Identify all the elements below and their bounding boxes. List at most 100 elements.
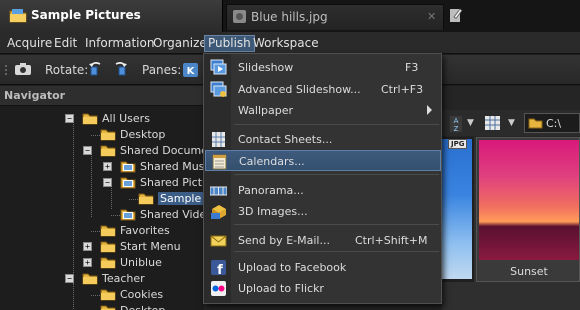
tab-title: Sample Pictures: [31, 8, 141, 22]
tab-blue-hills[interactable]: Blue hills.jpg ✕: [226, 4, 444, 30]
folder-icon: [100, 128, 116, 144]
tree-item[interactable]: − Shared Documents: [0, 143, 204, 159]
menu-separator: [234, 174, 439, 175]
tree-expander-icon[interactable]: −: [65, 114, 74, 123]
menu-item-contact-sheets[interactable]: Contact Sheets...: [205, 129, 441, 150]
3d-images-icon: [210, 203, 227, 220]
folder-icon: [120, 208, 136, 224]
tree-guide: [91, 231, 100, 232]
chevron-down-icon[interactable]: ▼: [508, 118, 515, 128]
tree-item-label: Teacher: [102, 272, 145, 285]
tree-item[interactable]: Cookies: [0, 287, 204, 303]
menu-item-label: Upload to Flickr: [238, 282, 324, 295]
rotate-left-icon[interactable]: [88, 61, 105, 81]
tree-item[interactable]: − Teacher: [0, 271, 204, 287]
chevron-down-icon[interactable]: ▼: [467, 118, 474, 128]
menu-shortcut: Ctrl+F3: [381, 83, 424, 96]
advanced-slideshow-icon: [210, 81, 227, 98]
menu-item-wallpaper[interactable]: Wallpaper: [205, 100, 441, 121]
menu-item-label: Wallpaper: [238, 104, 294, 117]
sort-icon[interactable]: AZ: [450, 116, 462, 135]
menu-edit[interactable]: Edit: [51, 35, 80, 52]
grip-icon: [4, 64, 8, 81]
contact-sheet-icon: [210, 131, 227, 148]
menu-item-panorama[interactable]: Panorama...: [205, 180, 441, 201]
menu-shortcut: Ctrl+Shift+M: [355, 234, 428, 247]
tree-item[interactable]: − All Users: [0, 111, 204, 127]
facebook-icon: f: [210, 259, 227, 278]
folder-icon: [100, 224, 116, 240]
thumbnail-image: [479, 140, 579, 260]
menu-acquire[interactable]: Acquire: [4, 35, 55, 52]
menu-separator: [234, 251, 439, 252]
tree-item[interactable]: Desktop: [0, 127, 204, 143]
menu-item-label: Slideshow: [238, 61, 294, 74]
image-icon: [232, 9, 247, 27]
tree-item-label: Desktop: [120, 304, 165, 310]
tree-expander-icon[interactable]: −: [65, 274, 74, 283]
rotate-right-icon[interactable]: [111, 61, 128, 81]
tree-item-label: Shared Music: [140, 160, 204, 173]
tree-item[interactable]: Shared Videos: [0, 207, 204, 223]
svg-text:K: K: [187, 66, 196, 77]
tree-item[interactable]: + Shared Music: [0, 159, 204, 175]
tree-expander-icon[interactable]: +: [103, 162, 112, 171]
view-grid-icon[interactable]: [484, 115, 501, 134]
menu-item-3d-images[interactable]: 3D Images...: [205, 201, 441, 222]
tree-item[interactable]: Desktop: [0, 303, 204, 310]
tree-item[interactable]: Favorites: [0, 223, 204, 239]
navigator-header: Navigator: [0, 86, 210, 106]
menu-separator: [234, 224, 439, 225]
menu-item-upload-to-flickr[interactable]: Upload to Flickr: [205, 278, 441, 299]
menu-organize[interactable]: Organize: [150, 35, 210, 52]
browser-toolbar: AZ ▼ ▼ C:\: [442, 110, 580, 136]
menu-item-calendars[interactable]: Calendars...: [205, 150, 441, 171]
thumbnail-sunset[interactable]: Sunset: [476, 137, 580, 282]
tree-item[interactable]: − Shared Pictures: [0, 175, 204, 191]
menu-item-send-by-e-mail[interactable]: Send by E-Mail... Ctrl+Shift+M: [205, 230, 441, 251]
menu-item-upload-to-facebook[interactable]: f Upload to Facebook: [205, 257, 441, 278]
path-field[interactable]: C:\: [524, 113, 580, 133]
menu-shortcut: F3: [405, 61, 419, 74]
menu-item-slideshow[interactable]: Slideshow F3: [205, 57, 441, 78]
menu-bar: Acquire Edit Information Organize Publis…: [0, 32, 580, 54]
publish-menu: Slideshow F3 Advanced Slideshow... Ctrl+F3 W…: [203, 53, 442, 304]
menu-item-label: Upload to Facebook: [238, 261, 347, 274]
email-icon: [210, 232, 227, 249]
folder-icon: [100, 304, 116, 310]
tree-item[interactable]: Sample Pictures: [0, 191, 204, 207]
menu-separator: [234, 124, 439, 125]
menu-publish[interactable]: Publish: [204, 35, 255, 52]
camera-icon[interactable]: [14, 62, 32, 79]
close-icon[interactable]: ✕: [427, 10, 436, 23]
tree-guide: [129, 199, 138, 200]
folder-icon: [9, 8, 27, 26]
tree-item-label: Shared Documents: [120, 144, 204, 157]
tree-item-label: Uniblue: [120, 256, 162, 269]
tree-expander-icon[interactable]: −: [103, 178, 112, 187]
calendar-icon: [211, 153, 228, 170]
tree-item[interactable]: + Uniblue: [0, 255, 204, 271]
menu-workspace[interactable]: Workspace: [250, 35, 322, 52]
thumbnail-item[interactable]: JPG: [442, 137, 474, 282]
tab-sample-pictures[interactable]: Sample Pictures: [0, 0, 223, 32]
panes-icon[interactable]: K: [182, 62, 199, 81]
tree-item-label: Start Menu: [120, 240, 181, 253]
edit-pen-icon[interactable]: [449, 7, 463, 26]
menu-item-label: Contact Sheets...: [238, 133, 333, 146]
folder-icon: [120, 176, 136, 192]
menu-information[interactable]: Information: [82, 35, 157, 52]
folder-icon: [100, 144, 116, 160]
tree-item[interactable]: + Start Menu: [0, 239, 204, 255]
menu-item-advanced-slideshow[interactable]: Advanced Slideshow... Ctrl+F3: [205, 79, 441, 100]
tree-expander-icon[interactable]: +: [83, 258, 92, 267]
navigator-title: Navigator: [4, 89, 66, 102]
menu-item-label: Calendars...: [239, 155, 305, 168]
folder-icon: [100, 256, 116, 272]
tree-guide: [111, 215, 120, 216]
panorama-icon: [209, 182, 228, 199]
tree-expander-icon[interactable]: −: [83, 146, 92, 155]
jpg-badge: JPG: [448, 139, 468, 149]
folder-icon: [100, 240, 116, 256]
tree-expander-icon[interactable]: +: [83, 242, 92, 251]
